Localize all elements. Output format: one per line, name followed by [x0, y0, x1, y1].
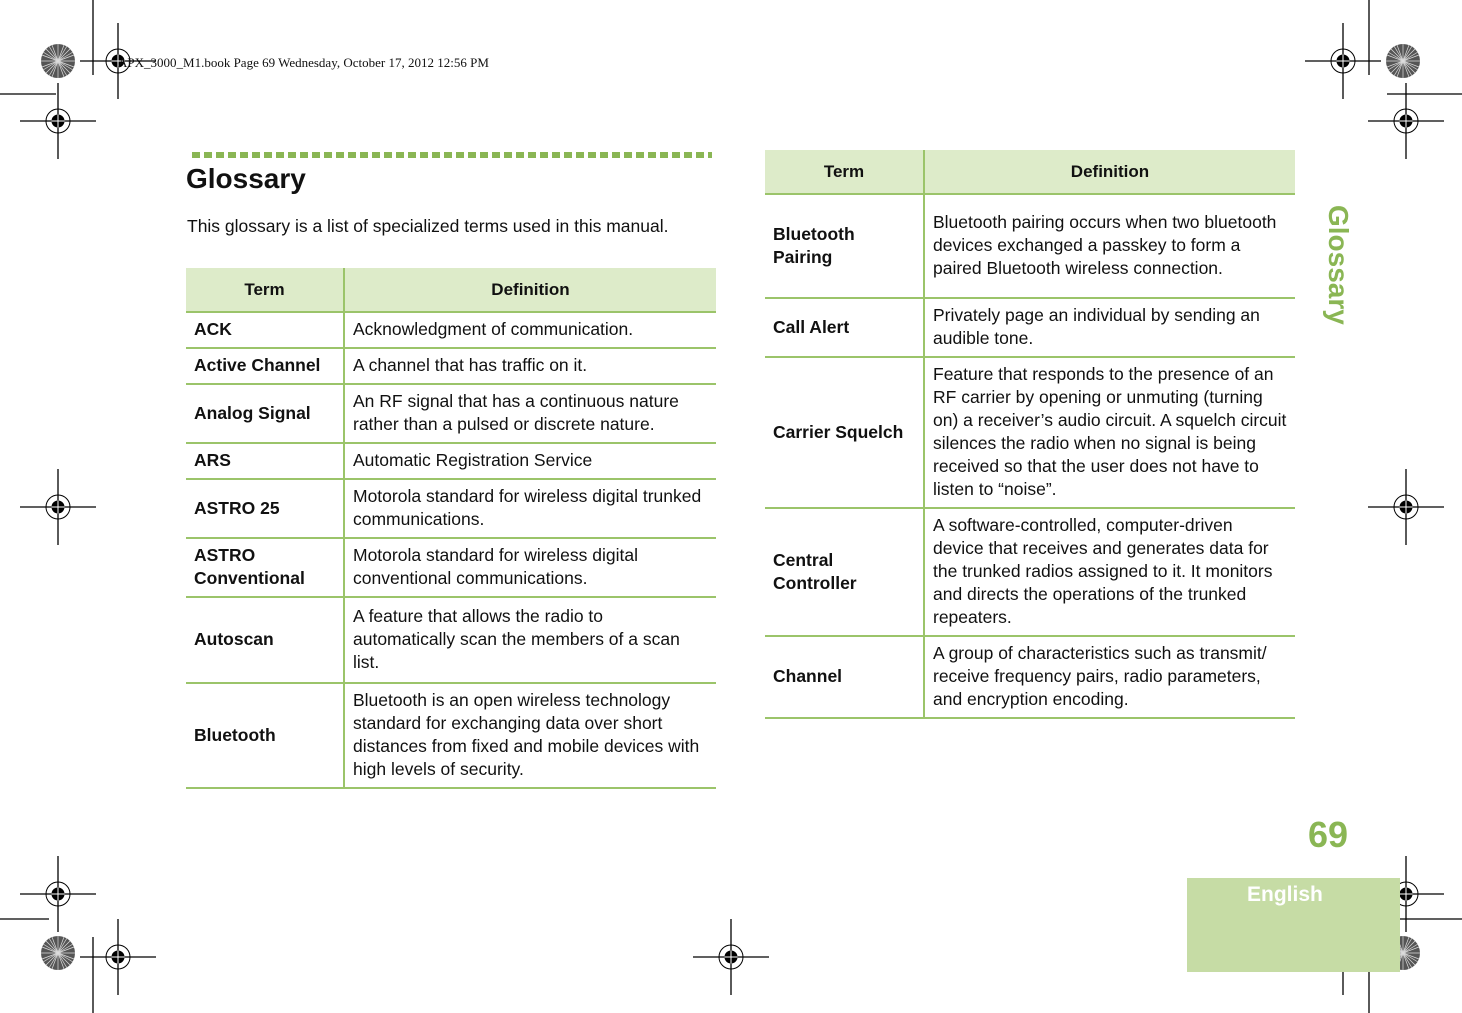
table-row: Bluetooth Bluetooth is an open wireless t…	[186, 683, 716, 789]
term-cell: Autoscan	[186, 597, 345, 684]
page-title: Glossary	[186, 163, 306, 194]
table-row: Call Alert Privately page an individual b…	[765, 298, 1295, 358]
term-cell: Channel	[765, 636, 925, 719]
chapter-side-label-text: Glossary	[1323, 205, 1354, 325]
table-row: Bluetooth Pairing Bluetooth pairing occur…	[765, 194, 1295, 299]
table-row: ACK Acknowledgment of communication.	[186, 312, 716, 349]
term-cell: ARS	[186, 443, 345, 480]
table-row: ARS Automatic Registration Service	[186, 443, 716, 480]
definition-cell: Automatic Registration Service	[344, 443, 716, 480]
definition-cell: Bluetooth is an open wireless technology…	[344, 683, 716, 789]
definition-cell: Motorola standard for wireless digital t…	[344, 479, 716, 539]
language-tab: English	[1187, 878, 1400, 972]
glossary-table-right: Term Definition Bluetooth Pairing Bluetoo…	[765, 150, 1295, 719]
column-header-definition: Definition	[344, 268, 716, 313]
column-header-term: Term	[186, 268, 345, 313]
definition-cell: Feature that responds to the presence of…	[924, 357, 1295, 509]
table-row: ASTRO 25 Motorola standard for wireless d…	[186, 479, 716, 539]
chapter-side-label: Glossary	[1322, 205, 1354, 335]
term-cell: Analog Signal	[186, 384, 345, 444]
definition-cell: A feature that allows the radio to autom…	[344, 597, 716, 684]
column-header-term: Term	[765, 150, 925, 195]
page-number: 69	[1308, 814, 1349, 855]
glossary-table-left: Term Definition ACK Acknowledgment of com…	[186, 268, 716, 789]
table-header-row: Term Definition	[765, 150, 1295, 195]
running-header: APX_3000_M1.book Page 69 Wednesday, Octo…	[118, 55, 489, 70]
section-divider	[192, 152, 712, 158]
language-label: English	[1247, 883, 1323, 906]
definition-cell: A group of characteristics such as trans…	[924, 636, 1295, 719]
table-row: Autoscan A feature that allows the radio …	[186, 597, 716, 684]
term-cell: Bluetooth Pairing	[765, 194, 925, 299]
definition-cell: Motorola standard for wireless digital c…	[344, 538, 716, 598]
term-cell: ASTRO 25	[186, 479, 345, 539]
intro-text: This glossary is a list of specialized t…	[187, 216, 669, 236]
term-cell: Bluetooth	[186, 683, 345, 789]
table-row: Active Channel A channel that has traffic…	[186, 348, 716, 385]
term-cell: Central Controller	[765, 508, 925, 637]
term-cell: ASTRO Conventional	[186, 538, 345, 598]
definition-cell: A channel that has traffic on it.	[344, 348, 716, 385]
term-cell: Call Alert	[765, 298, 925, 358]
table-row: Central Controller A software-controlled,…	[765, 508, 1295, 637]
definition-cell: A software-controlled, computer-driven d…	[924, 508, 1295, 637]
column-header-definition: Definition	[924, 150, 1295, 195]
definition-cell: An RF signal that has a continuous natur…	[344, 384, 716, 444]
term-cell: Carrier Squelch	[765, 357, 925, 509]
definition-cell: Privately page an individual by sending …	[924, 298, 1295, 358]
definition-cell: Acknowledgment of communication.	[344, 312, 716, 349]
table-row: ASTRO Conventional Motorola standard for …	[186, 538, 716, 598]
table-row: Carrier Squelch Feature that responds to …	[765, 357, 1295, 509]
term-cell: ACK	[186, 312, 345, 349]
table-header-row: Term Definition	[186, 268, 716, 313]
term-cell: Active Channel	[186, 348, 345, 385]
definition-cell: Bluetooth pairing occurs when two blueto…	[924, 194, 1295, 299]
table-row: Channel A group of characteristics such a…	[765, 636, 1295, 719]
table-row: Analog Signal An RF signal that has a con…	[186, 384, 716, 444]
